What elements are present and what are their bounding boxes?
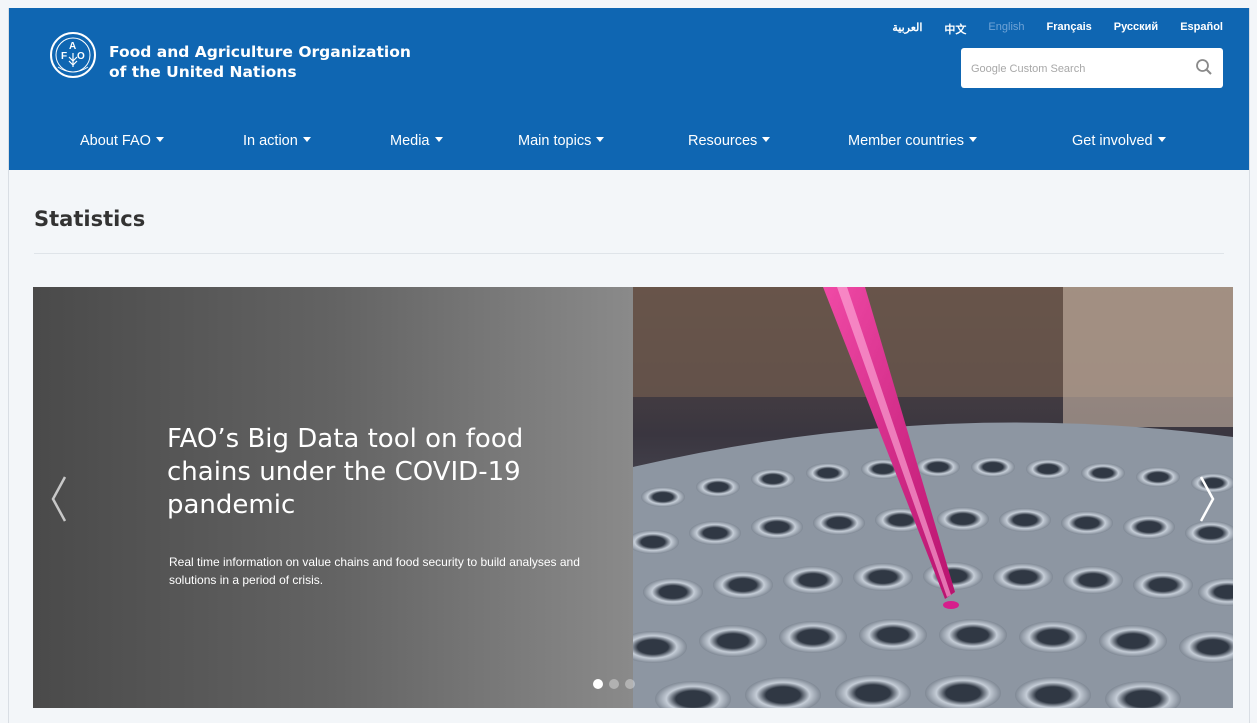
lang-spanish[interactable]: Español (1180, 21, 1223, 37)
caret-down-icon (1157, 136, 1166, 142)
lang-english[interactable]: English (988, 21, 1024, 37)
search-box (961, 48, 1223, 90)
slide-description: Real time information on value chains an… (169, 555, 580, 587)
nav-label: About FAO (80, 133, 151, 149)
carousel-indicators (593, 679, 635, 689)
lang-arabic[interactable]: العربية (892, 21, 922, 37)
search-input[interactable] (969, 48, 1183, 90)
language-switcher: العربية 中文 English Français Русский Espa… (870, 21, 1223, 37)
site-header: F A O Food and Agriculture Organization … (9, 8, 1249, 170)
main-nav: About FAO In action Media Main topics Re… (9, 126, 1249, 156)
svg-text:O: O (77, 51, 85, 62)
nav-label: In action (243, 133, 298, 149)
caret-down-icon (762, 136, 771, 142)
slide-text-panel: FAO’s Big Data tool on food chains under… (33, 287, 633, 708)
caret-down-icon (302, 136, 311, 142)
search-icon[interactable] (1195, 58, 1213, 76)
carousel-dot[interactable] (593, 679, 603, 689)
nav-media[interactable]: Media (390, 126, 443, 156)
nav-get-involved[interactable]: Get involved (1072, 126, 1166, 156)
lang-french[interactable]: Français (1047, 21, 1092, 37)
chevron-right-icon[interactable] (1193, 469, 1223, 529)
caret-down-icon (155, 136, 164, 142)
org-name-line2: of the United Nations (109, 63, 297, 81)
caret-down-icon (969, 136, 978, 142)
nav-label: Resources (688, 133, 758, 149)
org-name-line1: Food and Agriculture Organization (109, 43, 411, 61)
slide-title[interactable]: FAO’s Big Data tool on food chains under… (167, 423, 587, 522)
nav-resources[interactable]: Resources (688, 126, 771, 156)
slide-image-pipette[interactable] (633, 287, 1233, 708)
carousel-dot[interactable] (625, 679, 635, 689)
lang-chinese[interactable]: 中文 (944, 21, 966, 37)
caret-down-icon (434, 136, 443, 142)
fao-logo[interactable]: F A O (49, 31, 97, 79)
carousel-dot[interactable] (609, 679, 619, 689)
caret-down-icon (596, 136, 605, 142)
nav-label: Member countries (848, 133, 965, 149)
nav-label: Get involved (1072, 133, 1153, 149)
nav-label: Media (390, 133, 430, 149)
nav-label: Main topics (518, 133, 592, 149)
page-frame: F A O Food and Agriculture Organization … (8, 8, 1250, 723)
nav-member-countries[interactable]: Member countries (848, 126, 978, 156)
nav-in-action[interactable]: In action (243, 126, 311, 156)
chevron-left-icon[interactable] (43, 469, 73, 529)
lang-russian[interactable]: Русский (1114, 21, 1158, 37)
svg-text:A: A (69, 41, 76, 52)
hero-carousel[interactable]: FAO’s Big Data tool on food chains under… (33, 287, 1233, 708)
page-title: Statistics (34, 207, 146, 231)
org-name[interactable]: Food and Agriculture Organization of the… (109, 42, 411, 82)
title-divider (34, 253, 1224, 254)
svg-text:F: F (61, 51, 67, 62)
nav-main-topics[interactable]: Main topics (518, 126, 605, 156)
nav-about-fao[interactable]: About FAO (80, 126, 164, 156)
